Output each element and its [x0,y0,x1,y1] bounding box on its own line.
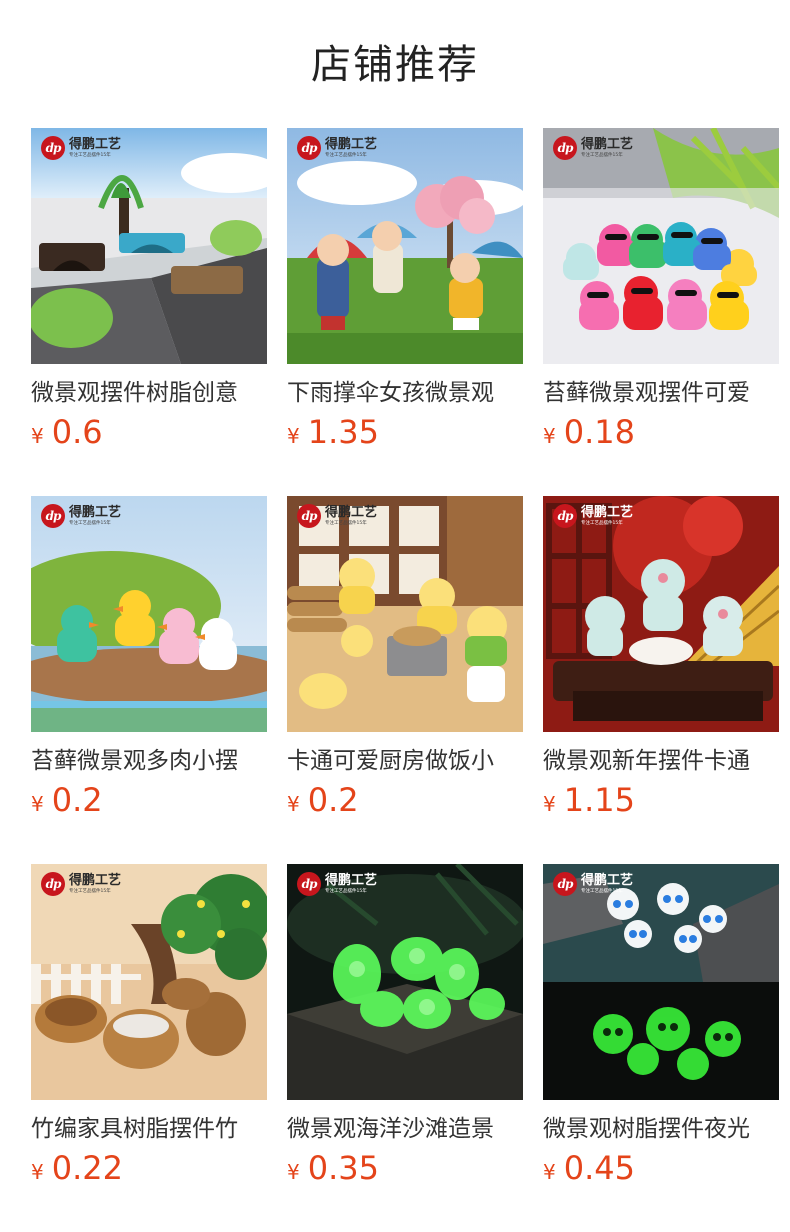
price-value: 1.15 [563,781,635,819]
brand-logo: dp [297,504,321,528]
product-card[interactable]: dp 得鹏工艺 专注工艺品摆件15年 卡通可爱厨房做饭小 ¥ 0.2 [287,496,523,826]
brand-logo: dp [297,136,321,160]
product-image[interactable]: dp 得鹏工艺 专注工艺品摆件15年 [543,496,779,732]
brand-logo: dp [553,872,577,896]
currency-symbol: ¥ [543,792,556,816]
price-value: 0.2 [51,781,103,819]
product-image[interactable]: dp 得鹏工艺 专注工艺品摆件15年 [543,128,779,364]
product-name[interactable]: 微景观新年摆件卡通 [543,746,779,776]
product-grid: dp 得鹏工艺 专注工艺品摆件15年 微景观摆件树脂创意 ¥ 0.6 dp 得鹏… [0,0,790,1232]
currency-symbol: ¥ [287,424,300,448]
product-image[interactable]: dp 得鹏工艺 专注工艺品摆件15年 [287,864,523,1100]
product-price: ¥ 1.15 [543,782,779,818]
brand-sub: 专注工艺品摆件15年 [581,888,623,894]
product-card[interactable]: dp 得鹏工艺 专注工艺品摆件15年 微景观新年摆件卡通 ¥ 1.15 [543,496,779,826]
currency-symbol: ¥ [543,424,556,448]
product-name[interactable]: 卡通可爱厨房做饭小 [287,746,523,776]
brand-badge: dp 得鹏工艺 专注工艺品摆件15年 [297,136,377,160]
product-name[interactable]: 下雨撑伞女孩微景观 [287,378,523,408]
currency-symbol: ¥ [543,1160,556,1184]
product-price: ¥ 0.6 [31,414,267,450]
price-value: 0.2 [307,781,359,819]
brand-badge: dp 得鹏工艺 专注工艺品摆件15年 [297,872,377,896]
brand-name: 得鹏工艺 [581,505,634,520]
price-value: 1.35 [307,413,379,451]
brand-badge: dp 得鹏工艺 专注工艺品摆件15年 [41,872,121,896]
currency-symbol: ¥ [31,1160,44,1184]
product-name[interactable]: 微景观树脂摆件夜光 [543,1114,779,1144]
product-image[interactable]: dp 得鹏工艺 专注工艺品摆件15年 [287,496,523,732]
brand-name: 得鹏工艺 [69,505,122,520]
product-image[interactable]: dp 得鹏工艺 专注工艺品摆件15年 [31,496,267,732]
price-value: 0.22 [51,1149,123,1187]
product-name[interactable]: 苔藓微景观摆件可爱 [543,378,779,408]
product-image[interactable]: dp 得鹏工艺 专注工艺品摆件15年 [287,128,523,364]
brand-logo: dp [297,872,321,896]
product-card[interactable]: dp 得鹏工艺 专注工艺品摆件15年 微景观树脂摆件夜光 ¥ 0.45 [543,864,779,1194]
product-price: ¥ 0.18 [543,414,779,450]
product-price: ¥ 0.35 [287,1150,523,1186]
product-image[interactable]: dp 得鹏工艺 专注工艺品摆件15年 [31,128,267,364]
brand-sub: 专注工艺品摆件15年 [581,152,623,158]
brand-logo: dp [41,504,65,528]
product-card[interactable]: dp 得鹏工艺 专注工艺品摆件15年 微景观摆件树脂创意 ¥ 0.6 [31,128,267,458]
currency-symbol: ¥ [31,792,44,816]
brand-logo: dp [553,504,577,528]
brand-logo: dp [41,136,65,160]
brand-badge: dp 得鹏工艺 专注工艺品摆件15年 [41,504,121,528]
brand-name: 得鹏工艺 [69,873,122,888]
product-name[interactable]: 微景观摆件树脂创意 [31,378,267,408]
product-card[interactable]: dp 得鹏工艺 专注工艺品摆件15年 竹编家具树脂摆件竹 ¥ 0.22 [31,864,267,1194]
product-name[interactable]: 竹编家具树脂摆件竹 [31,1114,267,1144]
brand-sub: 专注工艺品摆件15年 [69,888,111,894]
product-image[interactable]: dp 得鹏工艺 专注工艺品摆件15年 [31,864,267,1100]
product-card[interactable]: dp 得鹏工艺 专注工艺品摆件15年 苔藓微景观摆件可爱 ¥ 0.18 [543,128,779,458]
brand-name: 得鹏工艺 [325,505,378,520]
product-name[interactable]: 苔藓微景观多肉小摆 [31,746,267,776]
brand-sub: 专注工艺品摆件15年 [325,888,367,894]
price-value: 0.18 [563,413,635,451]
brand-logo: dp [553,136,577,160]
product-price: ¥ 1.35 [287,414,523,450]
product-card[interactable]: dp 得鹏工艺 专注工艺品摆件15年 下雨撑伞女孩微景观 ¥ 1.35 [287,128,523,458]
brand-name: 得鹏工艺 [325,137,378,152]
product-name[interactable]: 微景观海洋沙滩造景 [287,1114,523,1144]
brand-name: 得鹏工艺 [325,873,378,888]
brand-badge: dp 得鹏工艺 专注工艺品摆件15年 [553,872,633,896]
brand-logo: dp [41,872,65,896]
brand-badge: dp 得鹏工艺 专注工艺品摆件15年 [297,504,377,528]
price-value: 0.6 [51,413,103,451]
product-card[interactable]: dp 得鹏工艺 专注工艺品摆件15年 微景观海洋沙滩造景 ¥ 0.35 [287,864,523,1194]
product-price: ¥ 0.22 [31,1150,267,1186]
price-value: 0.35 [307,1149,379,1187]
product-price: ¥ 0.45 [543,1150,779,1186]
brand-name: 得鹏工艺 [581,873,634,888]
currency-symbol: ¥ [287,792,300,816]
price-value: 0.45 [563,1149,635,1187]
brand-sub: 专注工艺品摆件15年 [581,520,623,526]
brand-name: 得鹏工艺 [69,137,122,152]
brand-sub: 专注工艺品摆件15年 [69,152,111,158]
brand-badge: dp 得鹏工艺 专注工艺品摆件15年 [553,504,633,528]
product-price: ¥ 0.2 [287,782,523,818]
currency-symbol: ¥ [31,424,44,448]
brand-sub: 专注工艺品摆件15年 [325,152,367,158]
brand-name: 得鹏工艺 [581,137,634,152]
brand-sub: 专注工艺品摆件15年 [325,520,367,526]
brand-badge: dp 得鹏工艺 专注工艺品摆件15年 [553,136,633,160]
product-price: ¥ 0.2 [31,782,267,818]
currency-symbol: ¥ [287,1160,300,1184]
brand-sub: 专注工艺品摆件15年 [69,520,111,526]
brand-badge: dp 得鹏工艺 专注工艺品摆件15年 [41,136,121,160]
product-card[interactable]: dp 得鹏工艺 专注工艺品摆件15年 苔藓微景观多肉小摆 ¥ 0.2 [31,496,267,826]
product-image[interactable]: dp 得鹏工艺 专注工艺品摆件15年 [543,864,779,1100]
